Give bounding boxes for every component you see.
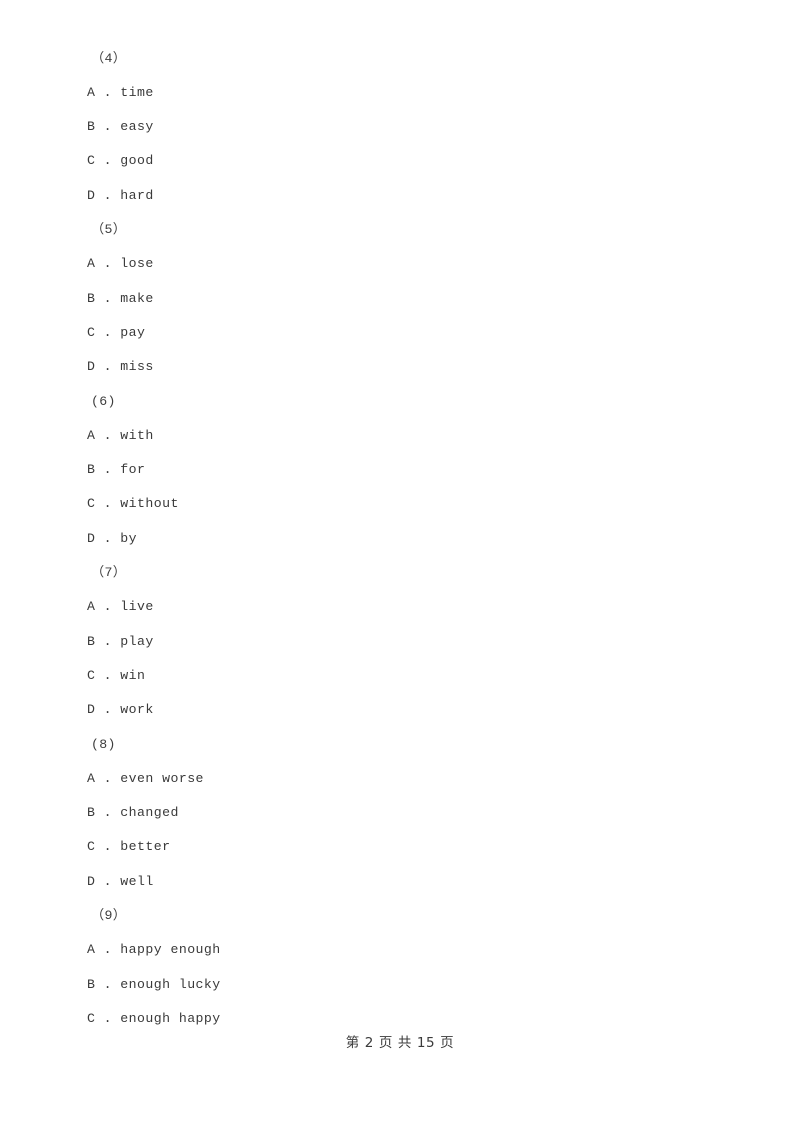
option-text: even worse [120, 770, 204, 786]
answer-option[interactable]: A . time [0, 76, 800, 110]
answer-option[interactable]: C . good [0, 144, 800, 178]
answer-option[interactable]: C . better [0, 830, 800, 864]
answer-option[interactable]: B . play [0, 625, 800, 659]
question-number: （4） [91, 50, 127, 66]
option-separator: . [95, 633, 121, 649]
option-separator: . [95, 1010, 121, 1026]
option-separator: . [95, 359, 121, 375]
answer-option[interactable]: D . hard [0, 179, 800, 213]
answer-option[interactable]: B . make [0, 282, 800, 316]
answer-option[interactable]: A . live [0, 590, 800, 624]
answer-option[interactable]: A . with [0, 419, 800, 453]
document-page: （4） A . time B . easy C . good D . hard （5） A … [0, 0, 800, 1132]
option-separator: . [95, 976, 121, 992]
answer-option[interactable]: C . pay [0, 316, 800, 350]
answer-option[interactable]: B . changed [0, 796, 800, 830]
page-footer: 第 2 页 共 15 页 [345, 1035, 455, 1051]
option-separator: . [95, 839, 121, 855]
answer-option[interactable]: D . well [0, 865, 800, 899]
answer-option[interactable]: B . for [0, 453, 800, 487]
option-text: for [120, 462, 146, 478]
answer-option[interactable]: A . lose [0, 247, 800, 281]
question-number: （5） [91, 222, 127, 237]
option-separator: . [95, 496, 121, 512]
option-text: good [120, 153, 154, 169]
option-text: play [120, 633, 154, 649]
option-text: make [120, 290, 154, 306]
option-text: enough happy [120, 1010, 221, 1026]
answer-option[interactable]: C . without [0, 487, 800, 521]
option-separator: . [95, 462, 121, 478]
option-separator: . [95, 119, 121, 135]
option-text: time [120, 84, 154, 100]
answer-option[interactable]: D . work [0, 693, 800, 727]
answer-option[interactable]: B . enough lucky [0, 968, 800, 1002]
option-separator: . [95, 702, 121, 718]
question-number: （7） [91, 565, 127, 580]
answer-option[interactable]: B . easy [0, 110, 800, 144]
option-text: easy [120, 119, 154, 135]
option-text: changed [120, 805, 179, 821]
option-separator: . [95, 84, 121, 100]
option-separator: . [95, 427, 121, 443]
option-separator: . [95, 256, 121, 272]
option-text: enough lucky [120, 976, 221, 992]
answer-option[interactable]: C . win [0, 659, 800, 693]
answer-option[interactable]: D . by [0, 522, 800, 556]
option-text: with [120, 427, 154, 443]
answer-option[interactable]: A . happy enough [0, 933, 800, 967]
option-text: pay [120, 324, 146, 340]
option-text: win [120, 667, 146, 683]
option-separator: . [95, 770, 121, 786]
option-separator: . [95, 530, 121, 546]
option-text: miss [120, 359, 154, 375]
option-separator: . [95, 187, 121, 203]
answer-option[interactable]: A . even worse [0, 762, 800, 796]
option-text: happy enough [120, 942, 221, 958]
option-text: hard [120, 187, 154, 203]
option-separator: . [95, 805, 121, 821]
option-text: better [120, 839, 171, 855]
option-separator: . [95, 873, 121, 889]
question-number: （9） [91, 908, 127, 923]
option-text: by [120, 530, 138, 546]
question-number: (8) [91, 736, 116, 752]
question-number: (6) [91, 393, 116, 409]
option-text: work [120, 702, 154, 718]
option-separator: . [95, 153, 121, 169]
option-separator: . [95, 942, 121, 958]
option-separator: . [95, 324, 121, 340]
option-separator: . [95, 599, 121, 615]
option-text: without [120, 496, 179, 512]
option-text: well [120, 873, 154, 889]
option-separator: . [95, 667, 121, 683]
option-text: live [120, 599, 154, 615]
option-separator: . [95, 290, 121, 306]
option-text: lose [120, 256, 154, 272]
answer-option[interactable]: D . miss [0, 350, 800, 384]
